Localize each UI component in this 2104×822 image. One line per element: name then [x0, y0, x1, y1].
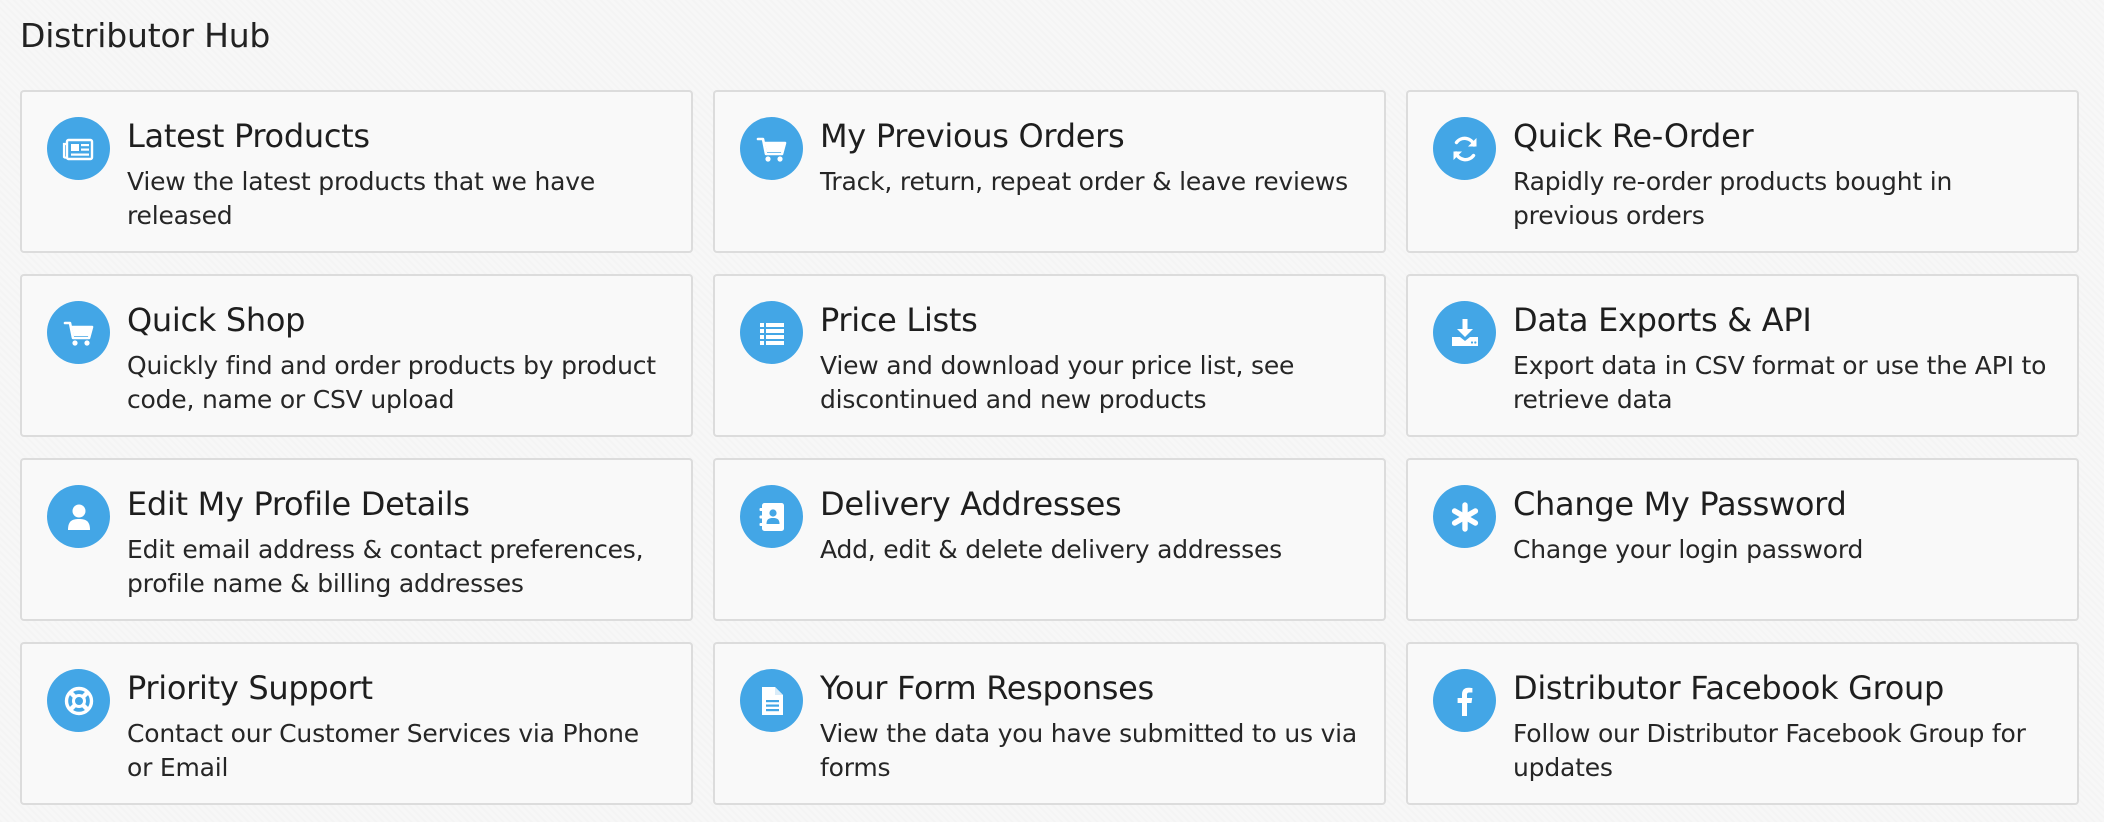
refresh-icon: [1433, 117, 1496, 180]
card-description: Track, return, repeat order & leave revi…: [820, 167, 1348, 196]
hub-grid: Latest Products View the latest products…: [20, 90, 2079, 805]
card-description: Export data in CSV format or use the API…: [1513, 351, 2047, 414]
life-ring-icon: [47, 669, 110, 732]
card-title: Latest Products: [127, 117, 370, 155]
card-description: Quickly find and order products by produ…: [127, 351, 656, 414]
card-title: Quick Re-Order: [1513, 117, 1754, 155]
card-description: View the data you have submitted to us v…: [820, 719, 1358, 782]
card-price-lists[interactable]: Price Lists View and download your price…: [713, 274, 1386, 437]
card-description: Change your login password: [1513, 535, 1864, 564]
card-quick-re-order[interactable]: Quick Re-Order Rapidly re-order products…: [1406, 90, 2079, 253]
card-delivery-addresses[interactable]: Delivery Addresses Add, edit & delete de…: [713, 458, 1386, 621]
card-description: Rapidly re-order products bought in prev…: [1513, 167, 1953, 230]
address-book-icon: [740, 485, 803, 548]
asterisk-icon: [1433, 485, 1496, 548]
shopping-cart-icon: [740, 117, 803, 180]
card-title: Your Form Responses: [820, 669, 1154, 707]
card-latest-products[interactable]: Latest Products View the latest products…: [20, 90, 693, 253]
list-icon: [740, 301, 803, 364]
card-title: Edit My Profile Details: [127, 485, 470, 523]
card-quick-shop[interactable]: Quick Shop Quickly find and order produc…: [20, 274, 693, 437]
cart-icon: [47, 301, 110, 364]
card-description: View and download your price list, see d…: [820, 351, 1295, 414]
card-my-previous-orders[interactable]: My Previous Orders Track, return, repeat…: [713, 90, 1386, 253]
card-title: My Previous Orders: [820, 117, 1125, 155]
card-your-form-responses[interactable]: Your Form Responses View the data you ha…: [713, 642, 1386, 805]
card-edit-my-profile-details[interactable]: Edit My Profile Details Edit email addre…: [20, 458, 693, 621]
card-title: Priority Support: [127, 669, 373, 707]
card-description: Add, edit & delete delivery addresses: [820, 535, 1282, 564]
newspaper-icon: [47, 117, 110, 180]
card-priority-support[interactable]: Priority Support Contact our Customer Se…: [20, 642, 693, 805]
card-title: Change My Password: [1513, 485, 1847, 523]
card-title: Delivery Addresses: [820, 485, 1122, 523]
card-title: Distributor Facebook Group: [1513, 669, 1944, 707]
card-distributor-facebook-group[interactable]: Distributor Facebook Group Follow our Di…: [1406, 642, 2079, 805]
document-icon: [740, 669, 803, 732]
card-title: Quick Shop: [127, 301, 306, 339]
card-change-my-password[interactable]: Change My Password Change your login pas…: [1406, 458, 2079, 621]
card-title: Price Lists: [820, 301, 978, 339]
download-icon: [1433, 301, 1496, 364]
card-description: Follow our Distributor Facebook Group fo…: [1513, 719, 2026, 782]
user-icon: [47, 485, 110, 548]
card-title: Data Exports & API: [1513, 301, 1812, 339]
card-data-exports-api[interactable]: Data Exports & API Export data in CSV fo…: [1406, 274, 2079, 437]
card-description: View the latest products that we have re…: [127, 167, 596, 230]
facebook-icon: [1433, 669, 1496, 732]
card-description: Edit email address & contact preferences…: [127, 535, 644, 598]
page-title: Distributor Hub: [20, 16, 271, 55]
card-description: Contact our Customer Services via Phone …: [127, 719, 639, 782]
